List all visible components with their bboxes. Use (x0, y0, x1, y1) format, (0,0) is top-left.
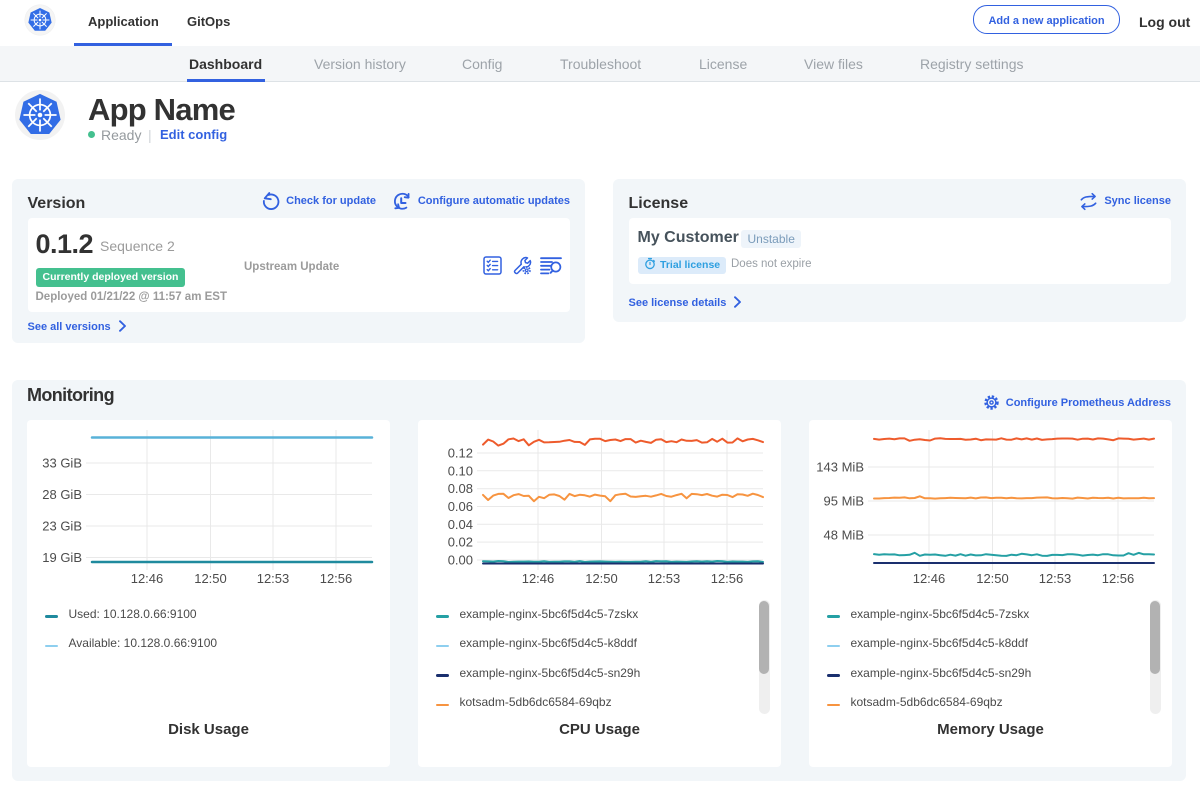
svg-text:0.02: 0.02 (448, 535, 473, 550)
svg-text:12:50: 12:50 (194, 571, 227, 586)
svg-text:0.10: 0.10 (448, 463, 473, 478)
svg-text:19 GiB: 19 GiB (42, 550, 82, 565)
svg-text:12:53: 12:53 (648, 571, 681, 586)
svg-text:0.04: 0.04 (448, 517, 473, 532)
svg-text:0.08: 0.08 (448, 481, 473, 496)
svg-text:12:50: 12:50 (585, 571, 618, 586)
svg-text:12:53: 12:53 (257, 571, 290, 586)
svg-text:12:56: 12:56 (1102, 571, 1135, 586)
svg-text:12:46: 12:46 (522, 571, 555, 586)
svg-text:12:56: 12:56 (711, 571, 744, 586)
svg-text:143 MiB: 143 MiB (816, 460, 864, 475)
svg-text:0.00: 0.00 (448, 553, 473, 568)
svg-text:12:50: 12:50 (976, 571, 1009, 586)
svg-text:12:46: 12:46 (131, 571, 164, 586)
svg-text:12:56: 12:56 (320, 571, 353, 586)
svg-text:0.06: 0.06 (448, 499, 473, 514)
svg-text:12:53: 12:53 (1039, 571, 1072, 586)
svg-text:0.12: 0.12 (448, 446, 473, 461)
svg-text:33 GiB: 33 GiB (42, 456, 82, 471)
svg-text:23 GiB: 23 GiB (42, 519, 82, 534)
svg-text:12:46: 12:46 (913, 571, 946, 586)
svg-text:28 GiB: 28 GiB (42, 487, 82, 502)
svg-text:95 MiB: 95 MiB (824, 494, 864, 509)
svg-text:48 MiB: 48 MiB (824, 528, 864, 543)
